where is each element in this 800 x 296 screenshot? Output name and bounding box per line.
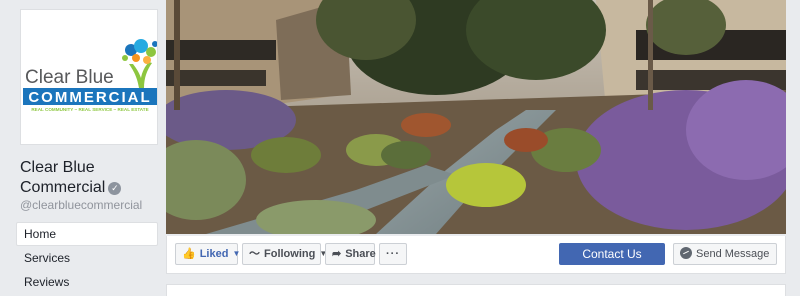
- page-nav: Home Services Reviews: [16, 222, 158, 294]
- share-arrow-icon: ➦: [332, 248, 342, 260]
- cover-photo[interactable]: [166, 0, 786, 234]
- verified-badge-icon: ✓: [108, 182, 122, 195]
- nav-item-services[interactable]: Services: [16, 246, 158, 270]
- page-action-bar: 👍 Liked ▼ 〜 Following ▼ ➦ Share ··· Contact U…: [166, 236, 786, 274]
- contact-us-button[interactable]: Contact Us: [559, 243, 665, 265]
- rss-icon: 〜: [249, 248, 260, 260]
- page-handle[interactable]: @clearbluecommercial: [20, 198, 142, 212]
- clear-blue-logo: Clear Blue COMMERCIAL REAL COMMUNITY ~ R…: [23, 39, 157, 112]
- messenger-icon: [680, 247, 692, 259]
- more-options-button[interactable]: ···: [379, 243, 407, 265]
- following-button[interactable]: 〜 Following ▼: [242, 243, 327, 265]
- liked-label: Liked: [199, 248, 229, 260]
- nav-item-reviews[interactable]: Reviews: [16, 270, 158, 294]
- liked-button[interactable]: 👍 Liked ▼: [175, 243, 241, 265]
- share-button[interactable]: ➦ Share: [325, 243, 376, 265]
- share-label: Share: [345, 248, 376, 260]
- logo-word-commercial: COMMERCIAL: [28, 89, 151, 106]
- following-label: Following: [264, 248, 316, 260]
- logo-tagline: REAL COMMUNITY ~ REAL SERVICE ~ REAL EST…: [31, 107, 148, 112]
- profile-picture[interactable]: Clear Blue COMMERCIAL REAL COMMUNITY ~ R…: [20, 9, 158, 145]
- page-title[interactable]: Clear Blue Commercial ✓: [20, 158, 160, 198]
- thumbs-up-icon: 👍: [182, 248, 196, 260]
- content-card: [166, 284, 786, 296]
- nav-item-home[interactable]: Home: [16, 222, 158, 246]
- chevron-down-icon: ▼: [232, 249, 241, 258]
- logo-word-clear-blue: Clear Blue: [25, 67, 114, 88]
- page-name-text: Clear Blue Commercial: [20, 159, 106, 196]
- cover-image: [166, 0, 786, 234]
- send-message-button[interactable]: Send Message: [673, 243, 777, 265]
- send-message-label: Send Message: [696, 248, 770, 260]
